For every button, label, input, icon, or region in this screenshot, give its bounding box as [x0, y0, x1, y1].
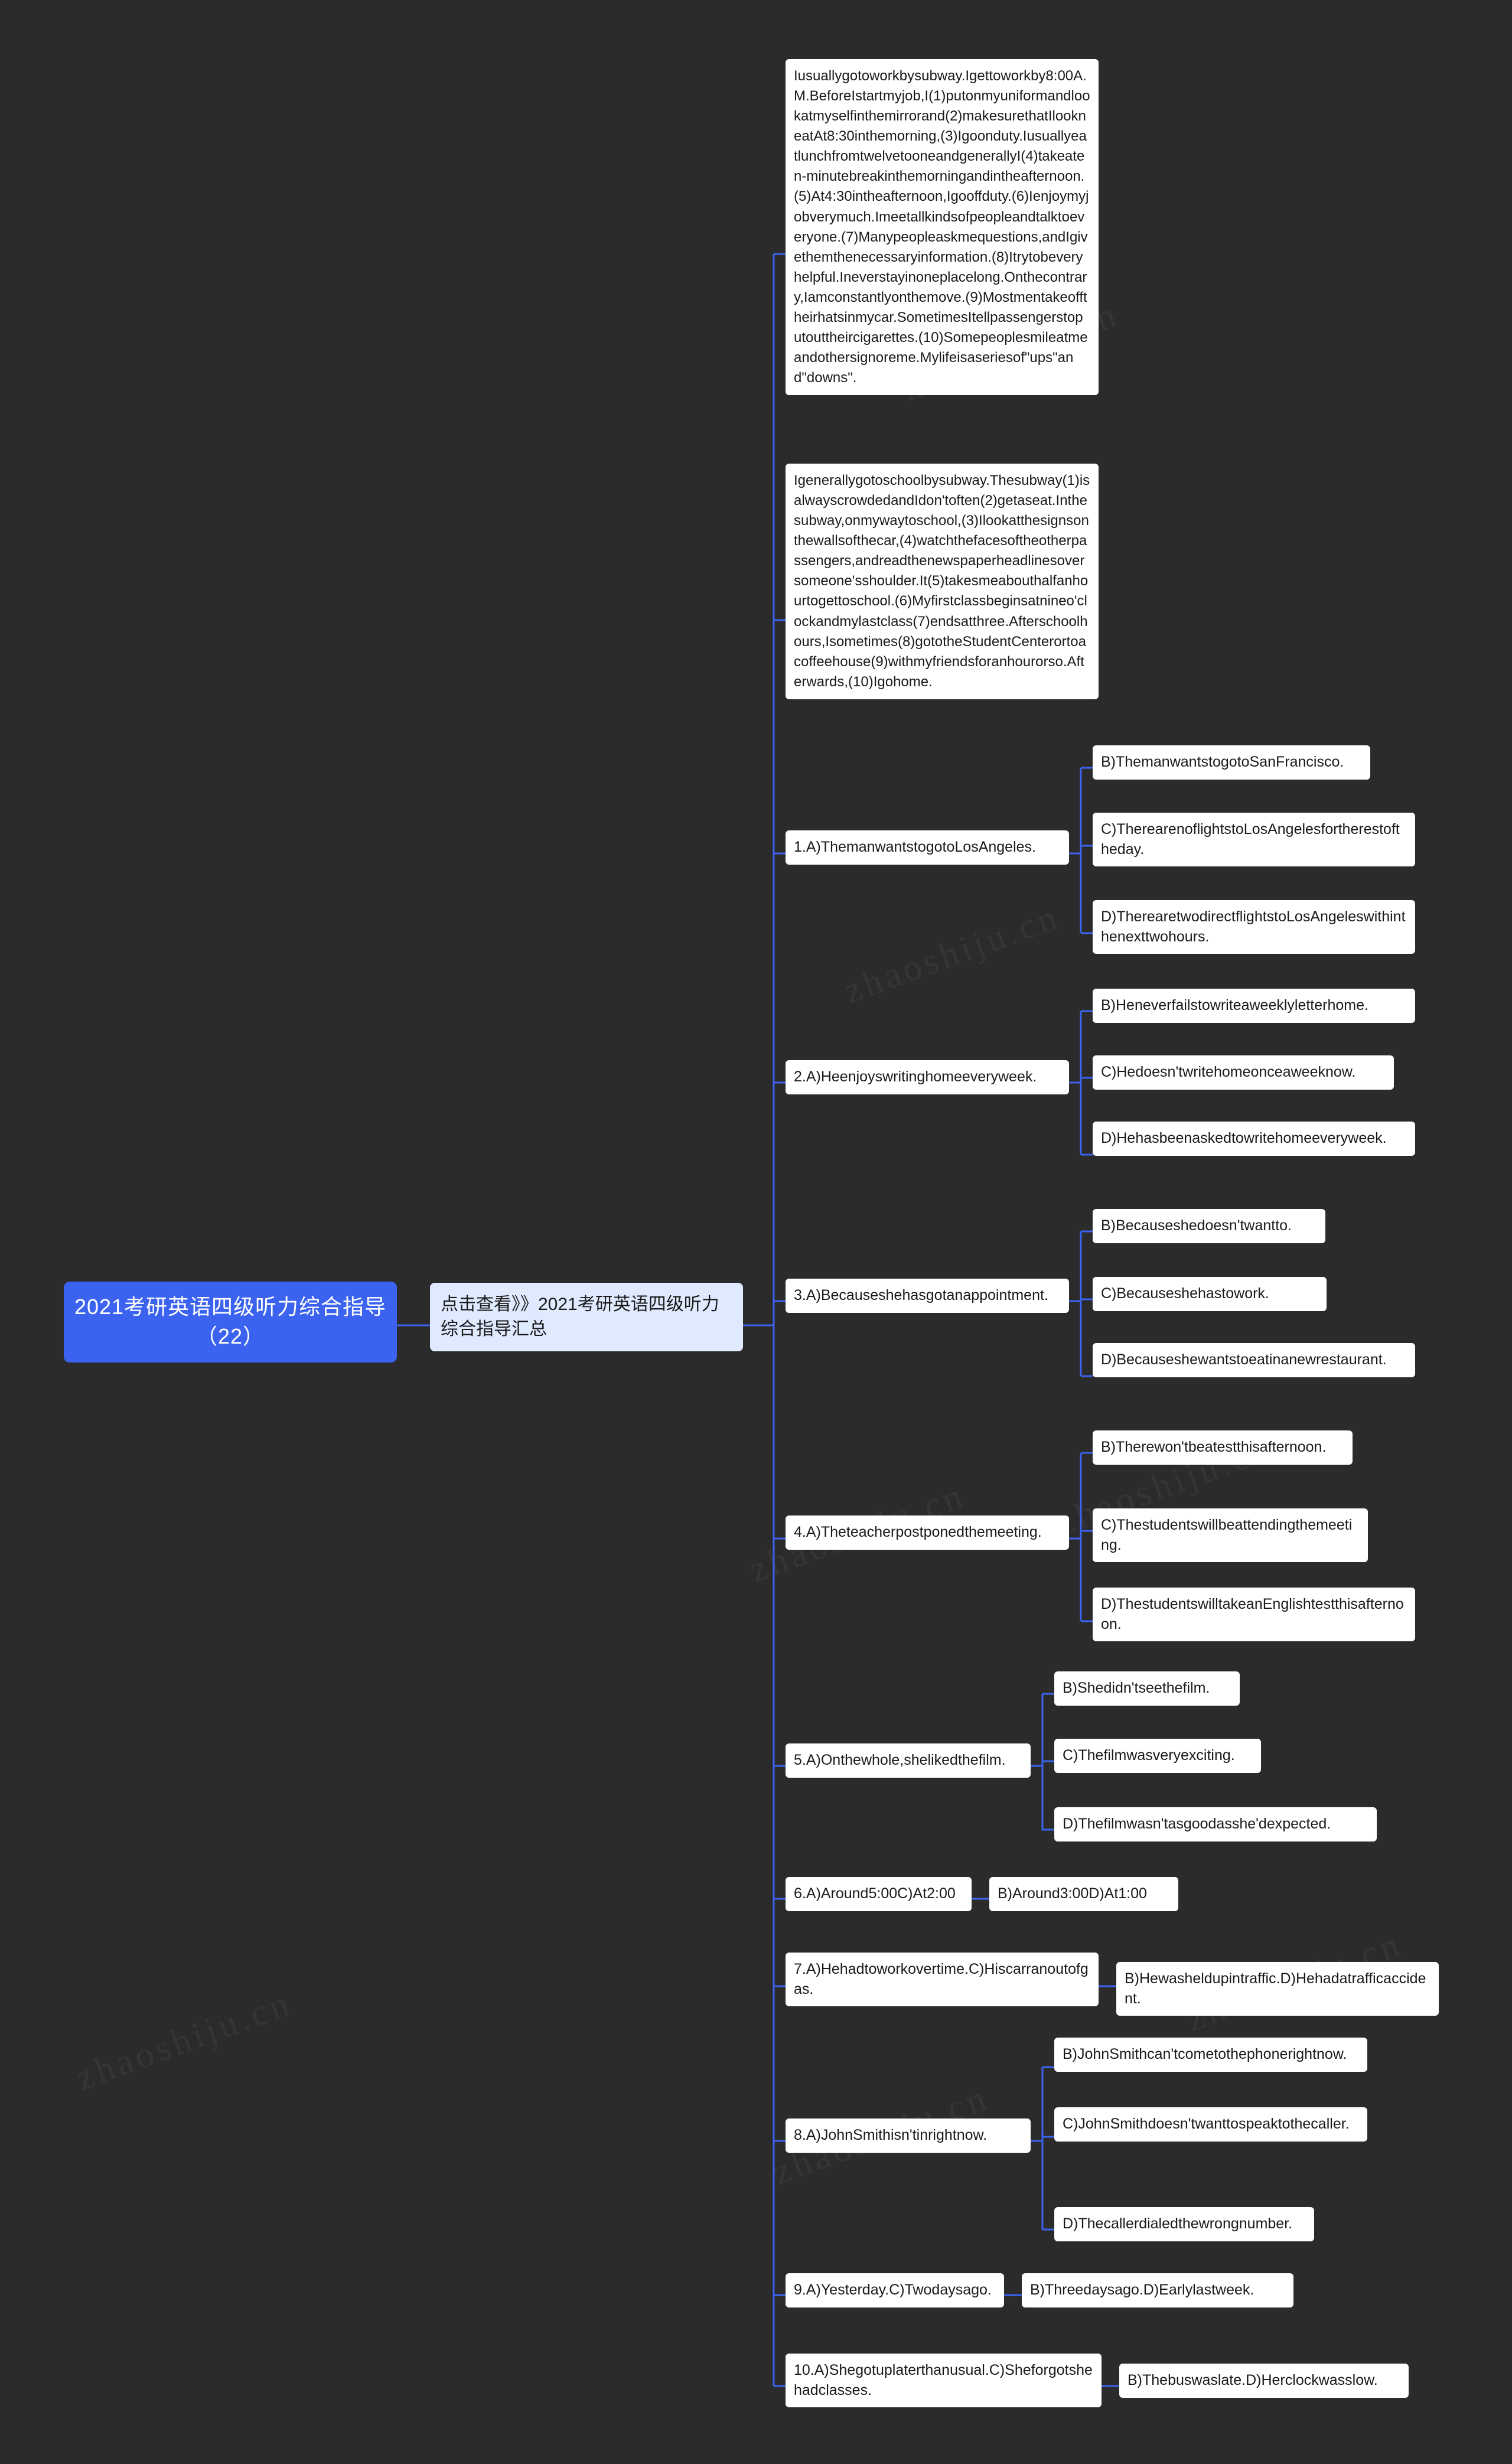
- question-stem-text: 9.A)Yesterday.C)Twodaysago.: [794, 2282, 992, 2298]
- option-text: D)Hehasbeenaskedtowritehomeeveryweek.: [1101, 1130, 1387, 1146]
- question-stem-4[interactable]: 4.A)Theteacherpostponedthemeeting.: [786, 1515, 1069, 1550]
- root-title: 2021考研英语四级听力综合指导（22）: [74, 1295, 387, 1349]
- root-node[interactable]: 2021考研英语四级听力综合指导（22）: [64, 1282, 397, 1363]
- subtopic-node[interactable]: 点击查看》》2021考研英语四级听力综合指导汇总: [430, 1283, 743, 1351]
- question-option-1-c[interactable]: C)TherearenoflightstoLosAngelesfortheres…: [1093, 813, 1415, 866]
- passage-text: Iusuallygotoworkbysubway.Igettoworkby8:0…: [794, 68, 1090, 386]
- question-stem-text: 4.A)Theteacherpostponedthemeeting.: [794, 1524, 1042, 1540]
- option-text: C)Thefilmwasveryexciting.: [1063, 1747, 1235, 1764]
- option-text: B)Becauseshedoesn'twantto.: [1101, 1217, 1292, 1234]
- option-text: C)Thestudentswillbeattendingthemeeting.: [1101, 1517, 1353, 1553]
- question-option-10-b[interactable]: B)Thebuswaslate.D)Herclockwasslow.: [1119, 2364, 1409, 2398]
- question-stem-10[interactable]: 10.A)Shegotupl​aterthanusual.C)Sheforgot…: [786, 2354, 1102, 2407]
- option-text: B)Therewon'tbeatestthisafternoon.: [1101, 1439, 1327, 1455]
- option-text: C)Hedoesn'twritehomeonceaweeknow.: [1101, 1064, 1356, 1080]
- option-text: B)Around3:00D)At1:00: [998, 1885, 1147, 1902]
- question-stem-text: 6.A)Around5:00C)At2:00: [794, 1885, 956, 1902]
- option-text: B)JohnSmithcan'tcometothephonerightnow.: [1063, 2046, 1347, 2062]
- question-stem-text: 2.A)Heenjoyswritinghomeeveryweek.: [794, 1068, 1037, 1085]
- passage-node-1[interactable]: Iusuallygotoworkbysubway.Igettoworkby8:0…: [786, 59, 1099, 396]
- subtopic-label: 点击查看》》2021考研英语四级听力综合指导汇总: [441, 1295, 719, 1339]
- option-text: D)Becauseshewantstoeatinanewrestaurant.: [1101, 1351, 1387, 1368]
- question-option-2-c[interactable]: C)Hedoesn'twritehomeonceaweeknow.: [1093, 1055, 1394, 1090]
- option-text: B)Thebuswaslate.D)Herclockwasslow.: [1128, 2372, 1378, 2388]
- question-stem-1[interactable]: 1.A)ThemanwantstogotoLosAngeles.: [786, 830, 1069, 865]
- question-stem-9[interactable]: 9.A)Yesterday.C)Twodaysago.: [786, 2273, 1004, 2307]
- question-option-5-d[interactable]: D)Thefilmwasn'tasgoodasshe'dexpected.: [1054, 1807, 1377, 1842]
- question-option-4-d[interactable]: D)ThestudentswilltakeanEnglishtestthisaf…: [1093, 1588, 1415, 1641]
- question-stem-6[interactable]: 6.A)Around5:00C)At2:00: [786, 1877, 972, 1911]
- question-option-8-b[interactable]: B)JohnSmithcan'tcometothephonerightnow.: [1054, 2038, 1367, 2072]
- question-option-1-d[interactable]: D)TherearetwodirectflightstoLosAngeleswi…: [1093, 900, 1415, 954]
- question-option-3-d[interactable]: D)Becauseshewantstoeatinanewrestaurant.: [1093, 1343, 1415, 1377]
- question-option-3-c[interactable]: C)Becauseshehastowork.: [1093, 1277, 1327, 1311]
- question-option-5-b[interactable]: B)Shedidn'tseethefilm.: [1054, 1671, 1240, 1706]
- option-text: D)Thecallerdialedthewrongnumber.: [1063, 2215, 1293, 2232]
- question-option-1-b[interactable]: B)ThemanwantstogotoSanFrancisco.: [1093, 745, 1370, 780]
- option-text: D)ThestudentswilltakeanEnglishtestthisaf…: [1101, 1596, 1404, 1632]
- option-text: B)Hewasheldupintraffic.D)Hehadatrafficac…: [1125, 1970, 1426, 2007]
- option-text: C)TherearenoflightstoLosAngelesfortheres…: [1101, 821, 1400, 858]
- option-text: C)JohnSmithdoesn'twanttospeaktothecaller…: [1063, 2116, 1350, 2132]
- question-stem-text: 1.A)ThemanwantstogotoLosAngeles.: [794, 839, 1036, 855]
- question-option-5-c[interactable]: C)Thefilmwasveryexciting.: [1054, 1739, 1261, 1773]
- mindmap-canvas: 2021考研英语四级听力综合指导（22） 点击查看》》2021考研英语四级听力综…: [0, 0, 1512, 2464]
- option-text: D)TherearetwodirectflightstoLosAngeleswi…: [1101, 908, 1406, 945]
- question-stem-5[interactable]: 5.A)Onthewhole,shelikedthefilm.: [786, 1743, 1031, 1778]
- question-stem-text: 7.A)Hehadtoworkovertime.C)Hiscarranoutof…: [794, 1961, 1089, 1997]
- question-stem-text: 5.A)Onthewhole,shelikedthefilm.: [794, 1752, 1006, 1768]
- question-stem-text: 10.A)Shegotupl​aterthanusual.C)Sheforgot…: [794, 2362, 1093, 2398]
- option-text: B)ThemanwantstogotoSanFrancisco.: [1101, 754, 1344, 770]
- question-option-6-b[interactable]: B)Around3:00D)At1:00: [989, 1877, 1178, 1911]
- question-stem-2[interactable]: 2.A)Heenjoyswritinghomeeveryweek.: [786, 1060, 1069, 1094]
- passage-text: Igenerallygotoschoolbysubway.Thesubway(1…: [794, 472, 1090, 690]
- question-option-7-b[interactable]: B)Hewasheldupintraffic.D)Hehadatrafficac…: [1116, 1962, 1439, 2016]
- question-option-2-d[interactable]: D)Hehasbeenaskedtowritehomeeveryweek.: [1093, 1122, 1415, 1156]
- question-option-9-b[interactable]: B)Threedaysago.D)Earlylastweek.: [1022, 2273, 1293, 2307]
- question-option-8-c[interactable]: C)JohnSmithdoesn'twanttospeaktothecaller…: [1054, 2107, 1367, 2142]
- question-stem-7[interactable]: 7.A)Hehadtoworkovertime.C)Hiscarranoutof…: [786, 1953, 1099, 2006]
- question-stem-3[interactable]: 3.A)Becausesheh​asgotanappointment.: [786, 1279, 1069, 1313]
- option-text: B)Heneverfailstowriteaweeklyletterhome.: [1101, 997, 1368, 1013]
- question-option-4-b[interactable]: B)Therewon'tbeatestthisafternoon.: [1093, 1430, 1353, 1465]
- question-stem-text: 3.A)Becausesheh​asgotanappointment.: [794, 1287, 1048, 1303]
- option-text: C)Becauseshehastowork.: [1101, 1285, 1269, 1302]
- question-option-3-b[interactable]: B)Becauseshedoesn'twantto.: [1093, 1209, 1325, 1243]
- question-option-4-c[interactable]: C)Thestudentswillbeattendingthemeeting.: [1093, 1508, 1368, 1562]
- question-option-2-b[interactable]: B)Heneverfailstowriteaweeklyletterhome.: [1093, 989, 1415, 1023]
- option-text: B)Shedidn'tseethefilm.: [1063, 1680, 1210, 1696]
- option-text: D)Thefilmwasn'tasgoodasshe'dexpected.: [1063, 1816, 1331, 1832]
- question-option-8-d[interactable]: D)Thecallerdialedthewrongnumber.: [1054, 2207, 1314, 2241]
- question-stem-8[interactable]: 8.A)JohnSmithisn'tinrightnow.: [786, 2118, 1031, 2153]
- question-stem-text: 8.A)JohnSmithisn'tinrightnow.: [794, 2127, 988, 2143]
- passage-node-2[interactable]: Igenerallygotoschoolbysubway.Thesubway(1…: [786, 464, 1099, 699]
- option-text: B)Threedaysago.D)Earlylastweek.: [1030, 2282, 1254, 2298]
